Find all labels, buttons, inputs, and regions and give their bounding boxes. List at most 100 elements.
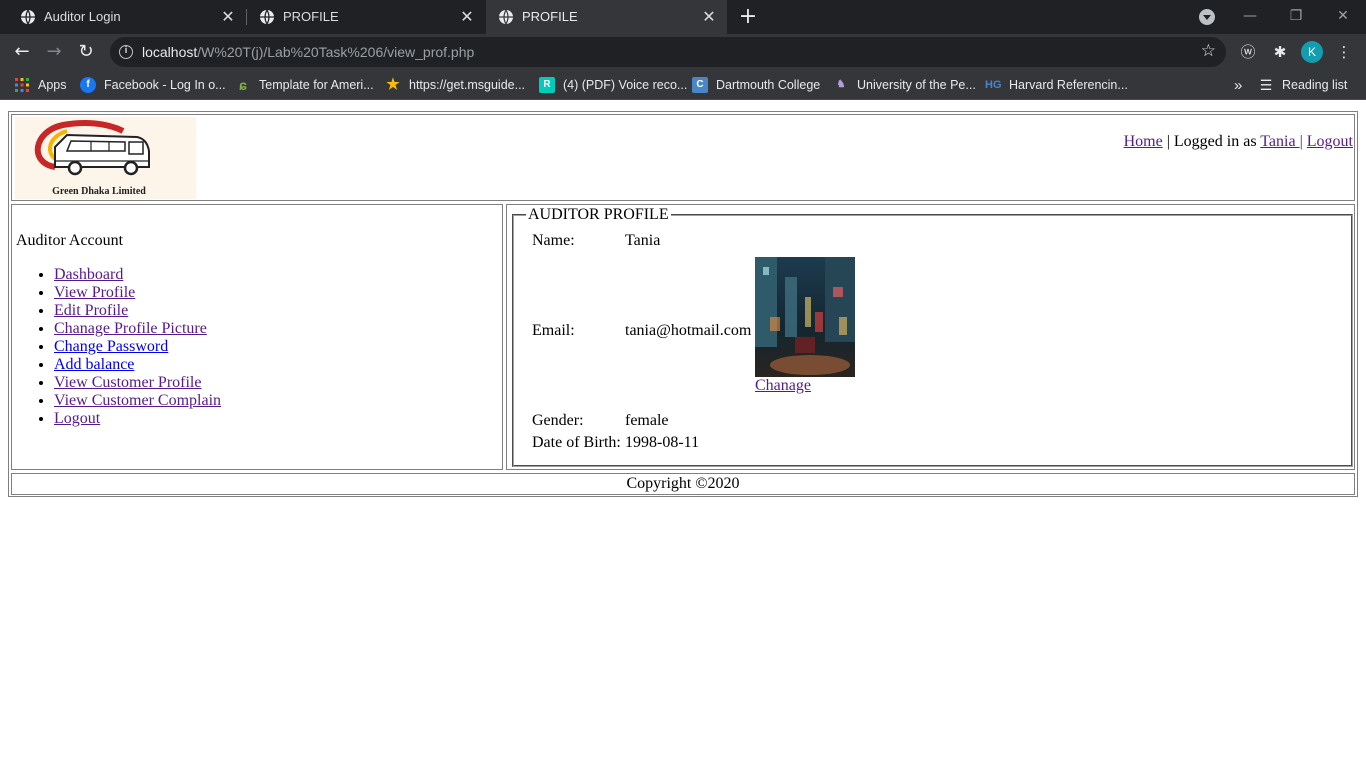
dob-value: 1998-08-11 bbox=[625, 434, 700, 451]
more-bookmarks-button[interactable]: » bbox=[1234, 76, 1242, 94]
url-text[interactable]: localhost/W%20T(j)/Lab%20Task%206/view_p… bbox=[142, 44, 474, 60]
tab-title: PROFILE bbox=[522, 9, 578, 24]
minimize-button[interactable]: — bbox=[1227, 4, 1273, 28]
bookmark-researchgate[interactable]: R (4) (PDF) Voice reco... bbox=[539, 76, 687, 94]
facebook-icon: f bbox=[80, 77, 96, 93]
bookmark-star-icon[interactable]: ☆ bbox=[1201, 41, 1216, 61]
bookmark-msguide[interactable]: ★ https://get.msguide... bbox=[385, 76, 525, 94]
change-picture-link[interactable]: Chanage bbox=[755, 377, 811, 395]
logged-in-text: | Logged in as bbox=[1162, 133, 1261, 150]
home-link[interactable]: Home bbox=[1124, 133, 1163, 150]
dartmouth-icon: C bbox=[692, 77, 708, 93]
reload-icon[interactable]: ↻ bbox=[74, 40, 98, 64]
bookmark-label: Template for Ameri... bbox=[259, 78, 374, 92]
star-icon: ★ bbox=[386, 76, 400, 93]
tab-title: Auditor Login bbox=[44, 9, 121, 24]
bookmark-university[interactable]: ♞ University of the Pe... bbox=[833, 76, 976, 94]
close-icon[interactable]: ✕ bbox=[699, 7, 719, 27]
dob-label: Date of Birth: bbox=[532, 434, 621, 451]
reading-list-icon: ☰ bbox=[1259, 77, 1273, 93]
url-host: localhost bbox=[142, 44, 198, 60]
avatar[interactable]: K bbox=[1301, 41, 1323, 63]
forward-arrow-icon[interactable]: → bbox=[42, 40, 66, 64]
sidebar-item-edit-profile: Edit Profile bbox=[54, 302, 221, 320]
sidebar-item-change-picture: Chanage Profile Picture bbox=[54, 320, 221, 338]
template-icon: ɕ bbox=[239, 77, 247, 93]
tab-auditor-login[interactable]: Auditor Login ✕ bbox=[0, 0, 246, 34]
gender-value: female bbox=[625, 412, 669, 429]
sidebar-item-view-customer-profile: View Customer Profile bbox=[54, 374, 221, 392]
info-icon[interactable]: i bbox=[119, 45, 133, 59]
close-icon[interactable]: ✕ bbox=[457, 7, 477, 27]
sidebar-item-add-balance: Add balance bbox=[54, 356, 221, 374]
globe-icon bbox=[260, 9, 274, 25]
edit-profile-link[interactable]: Edit Profile bbox=[54, 302, 128, 319]
change-profile-picture-link[interactable]: Chanage Profile Picture bbox=[54, 320, 207, 337]
reading-list-button[interactable]: ☰ Reading list bbox=[1258, 76, 1348, 94]
bookmark-template[interactable]: ɕ Template for Ameri... bbox=[235, 76, 374, 94]
bookmark-label: Dartmouth College bbox=[716, 78, 821, 92]
harvard-icon: HG bbox=[985, 79, 1002, 91]
bookmark-harvard[interactable]: HG Harvard Referencin... bbox=[985, 76, 1128, 94]
close-window-button[interactable]: ✕ bbox=[1320, 4, 1366, 28]
sidebar-logout-link[interactable]: Logout bbox=[54, 410, 100, 427]
page-header: Green Dhaka Limited Home | Logged in as … bbox=[11, 114, 1355, 201]
city-night-image bbox=[755, 257, 855, 377]
browser-tab-bar: Auditor Login ✕ PROFILE ✕ PROFILE ✕ + — … bbox=[0, 0, 1366, 34]
change-password-link[interactable]: Change Password bbox=[54, 338, 168, 355]
view-customer-complain-link[interactable]: View Customer Complain bbox=[54, 392, 221, 409]
extensions-puzzle-icon[interactable]: ✱ bbox=[1270, 42, 1290, 62]
tab-search-icon[interactable] bbox=[1199, 9, 1215, 25]
sidebar-menu: Dashboard View Profile Edit Profile Chan… bbox=[54, 266, 221, 428]
page-footer: Copyright ©2020 bbox=[11, 473, 1355, 495]
address-bar[interactable]: i localhost/W%20T(j)/Lab%20Task%206/view… bbox=[110, 37, 1226, 67]
dashboard-link[interactable]: Dashboard bbox=[54, 266, 123, 283]
bookmark-label: Harvard Referencin... bbox=[1009, 78, 1128, 92]
bookmark-label: https://get.msguide... bbox=[409, 78, 526, 92]
bookmark-label: University of the Pe... bbox=[857, 78, 976, 92]
email-value: tania@hotmail.com bbox=[625, 322, 752, 339]
add-balance-link[interactable]: Add balance bbox=[54, 356, 134, 373]
gender-label: Gender: bbox=[532, 412, 584, 429]
sidebar-title: Auditor Account bbox=[16, 232, 124, 249]
kebab-menu-icon[interactable]: ⋮ bbox=[1334, 42, 1354, 62]
nav-separator: | bbox=[1299, 133, 1307, 150]
globe-icon bbox=[499, 9, 513, 25]
bookmark-label: (4) (PDF) Voice reco... bbox=[563, 78, 688, 92]
back-arrow-icon[interactable]: ← bbox=[10, 40, 34, 64]
copyright-text: Copyright ©2020 bbox=[626, 475, 740, 492]
sidebar-item-view-profile: View Profile bbox=[54, 284, 221, 302]
view-profile-link[interactable]: View Profile bbox=[54, 284, 135, 301]
bookmark-dartmouth[interactable]: C Dartmouth College bbox=[692, 76, 820, 94]
bookmark-facebook[interactable]: f Facebook - Log In o... bbox=[80, 76, 226, 94]
main-content: AUDITOR PROFILE Name: Tania Email: tania… bbox=[506, 204, 1355, 470]
profile-picture bbox=[755, 257, 855, 377]
bus-logo-icon bbox=[34, 120, 150, 176]
profile-legend: AUDITOR PROFILE bbox=[526, 206, 671, 224]
university-icon: ♞ bbox=[836, 79, 846, 90]
user-link[interactable]: Tania bbox=[1260, 133, 1299, 150]
name-value: Tania bbox=[625, 232, 661, 249]
sidebar: Auditor Account Dashboard View Profile E… bbox=[11, 204, 503, 470]
bookmark-apps[interactable]: Apps bbox=[14, 76, 67, 94]
tab-profile-active[interactable]: PROFILE ✕ bbox=[486, 0, 727, 34]
email-label: Email: bbox=[532, 322, 575, 339]
tab-title: PROFILE bbox=[283, 9, 339, 24]
name-label: Name: bbox=[532, 232, 575, 249]
close-icon[interactable]: ✕ bbox=[218, 7, 238, 27]
sidebar-item-view-customer-complain: View Customer Complain bbox=[54, 392, 221, 410]
bookmark-label: Apps bbox=[38, 78, 67, 92]
wordpress-extension-icon[interactable]: ⓦ bbox=[1238, 42, 1258, 62]
sidebar-item-logout: Logout bbox=[54, 410, 221, 428]
new-tab-button[interactable]: + bbox=[736, 5, 760, 29]
layout-table: Green Dhaka Limited Home | Logged in as … bbox=[8, 111, 1358, 497]
top-nav: Home | Logged in as Tania | Logout bbox=[1124, 133, 1353, 151]
view-customer-profile-link[interactable]: View Customer Profile bbox=[54, 374, 201, 391]
reading-list-label: Reading list bbox=[1282, 78, 1348, 92]
profile-fieldset: AUDITOR PROFILE Name: Tania Email: tania… bbox=[512, 206, 1353, 467]
web-page: Green Dhaka Limited Home | Logged in as … bbox=[0, 101, 1366, 728]
globe-icon bbox=[21, 9, 35, 25]
logout-link[interactable]: Logout bbox=[1307, 133, 1353, 150]
tab-profile-1[interactable]: PROFILE ✕ bbox=[239, 0, 485, 34]
restore-button[interactable]: ❐ bbox=[1273, 4, 1319, 28]
